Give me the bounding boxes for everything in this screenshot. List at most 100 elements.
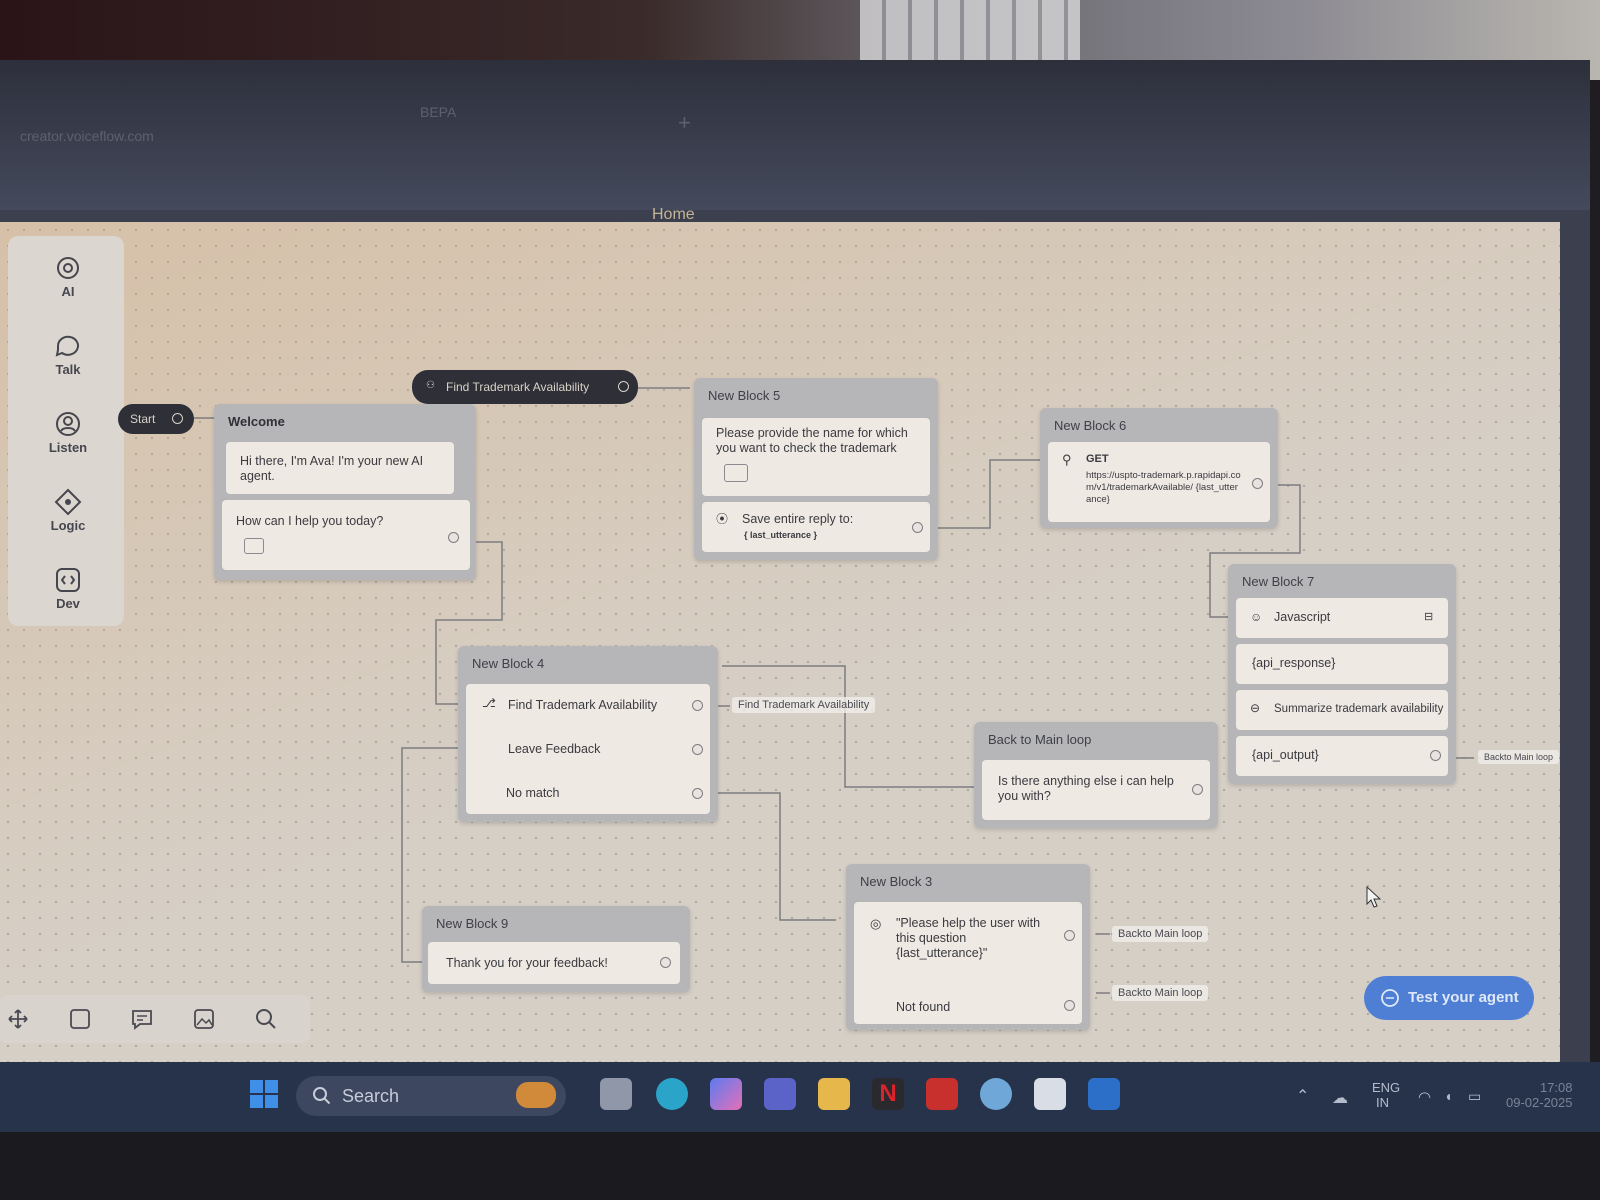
output-port[interactable] (1064, 1000, 1075, 1011)
url-text[interactable]: creator.voiceflow.com (20, 128, 154, 144)
browser-tab[interactable]: BEPA (420, 104, 456, 120)
app-icon[interactable] (1088, 1078, 1120, 1110)
canvas-toolbar (0, 995, 310, 1043)
edge-icon[interactable] (656, 1078, 688, 1110)
sidebar-item-logic[interactable]: Logic (28, 488, 108, 533)
diamond-logic-icon (54, 488, 82, 516)
block-9[interactable]: New Block 9 Thank you for your feedback! (422, 906, 690, 992)
cloud-icon[interactable]: ☁ (1332, 1088, 1348, 1108)
goto-tag[interactable]: Backto Main loop (1478, 750, 1560, 764)
battery-icon[interactable]: ▭ (1468, 1088, 1481, 1105)
sidebar-item-label: Listen (48, 440, 88, 455)
choice-item[interactable]: No match (506, 786, 560, 801)
capture-card[interactable]: ⦿ Save entire reply to: { last_utterance… (702, 502, 930, 552)
browser-header: creator.voiceflow.com BEPA + (0, 60, 1590, 210)
windows-start-icon[interactable] (248, 1078, 280, 1110)
note-icon[interactable] (68, 1007, 92, 1031)
mcafee-icon[interactable] (926, 1078, 958, 1110)
app-icon[interactable] (980, 1078, 1012, 1110)
output-port[interactable] (1252, 478, 1263, 489)
trigger-icon: ⚇ (426, 380, 435, 391)
main-loop-block[interactable]: Back to Main loop Is there anything else… (974, 722, 1218, 828)
sidebar-item-ai[interactable]: AI (28, 254, 108, 299)
chevron-up-icon[interactable]: ⌃ (1296, 1086, 1309, 1106)
copilot-icon[interactable] (710, 1078, 742, 1110)
file-explorer-icon[interactable] (818, 1078, 850, 1110)
output-port[interactable] (1064, 930, 1075, 941)
choice-item[interactable]: Leave Feedback (508, 742, 600, 757)
output-port[interactable] (1192, 784, 1203, 795)
taskbar-search[interactable]: Search (296, 1076, 566, 1116)
task-view-icon[interactable] (600, 1078, 632, 1110)
message-card[interactable]: Thank you for your feedback! (428, 942, 680, 984)
block-5[interactable]: New Block 5 Please provide the name for … (694, 378, 938, 560)
block-title: New Block 7 (1242, 574, 1315, 589)
edit-icon[interactable]: ⊟ (1424, 610, 1433, 625)
clock-time: 17:08 (1539, 1080, 1573, 1095)
test-agent-button[interactable]: Test your agent (1364, 976, 1534, 1020)
output-port[interactable] (1430, 750, 1441, 761)
store-icon[interactable] (1034, 1078, 1066, 1110)
capture-variable: { last_utterance } (744, 530, 818, 540)
sidebar-item-listen[interactable]: Listen (28, 410, 108, 455)
wifi-icon[interactable]: ◠ (1418, 1088, 1431, 1106)
start-port[interactable] (172, 413, 183, 424)
laptop-keyboard (860, 0, 1080, 60)
variable-card[interactable]: {api_output} (1236, 736, 1448, 776)
message-card[interactable]: How can I help you today? (222, 500, 470, 570)
message-card[interactable]: Is there anything else i can help you wi… (982, 760, 1210, 820)
ai-response-card[interactable]: ◎ "Please help the user with this questi… (854, 902, 1082, 1024)
clock[interactable]: 17:08 09-02-2025 (1506, 1080, 1573, 1110)
sidebar-item-label: AI (61, 284, 75, 299)
sidebar-item-label: Logic (50, 518, 86, 533)
teams-icon[interactable] (764, 1078, 796, 1110)
block-7[interactable]: New Block 7 ☺ Javascript ⊟ {api_response… (1228, 564, 1456, 784)
code-icon: ☺ (1250, 610, 1263, 624)
api-card[interactable]: ⚲ GET https://uspto-trademark.p.rapidapi… (1048, 442, 1270, 522)
trigger-port[interactable] (618, 381, 629, 392)
search-icon[interactable] (254, 1007, 278, 1031)
ai-icon: ◎ (870, 916, 882, 931)
output-port[interactable] (692, 788, 703, 799)
question-card[interactable]: Please provide the name for which you wa… (702, 418, 930, 496)
choice-card[interactable]: ⎇ Find Trademark Availability Leave Feed… (466, 684, 710, 814)
volume-icon[interactable]: ◖ (1444, 1088, 1452, 1104)
variable-card[interactable]: {api_response} (1236, 644, 1448, 684)
comment-icon[interactable] (130, 1007, 154, 1031)
image-icon[interactable] (192, 1007, 216, 1031)
output-port[interactable] (692, 700, 703, 711)
message-text: Hi there, I'm Ava! I'm your new AI agent… (240, 454, 424, 483)
message-card[interactable]: Hi there, I'm Ava! I'm your new AI agent… (226, 442, 454, 494)
capture-icon: ⦿ (716, 512, 729, 526)
language-indicator[interactable]: ENG IN (1372, 1080, 1400, 1110)
goto-tag[interactable]: Backto Main loop (1112, 985, 1209, 1001)
block-3[interactable]: New Block 3 ◎ "Please help the user with… (846, 864, 1090, 1030)
trigger-node[interactable]: ⚇ Find Trademark Availability (412, 370, 638, 404)
output-port[interactable] (448, 532, 459, 543)
netflix-icon[interactable]: N (872, 1078, 904, 1110)
chat-bubble-icon (55, 335, 79, 357)
welcome-block[interactable]: Welcome Hi there, I'm Ava! I'm your new … (214, 404, 476, 580)
sidebar-item-talk[interactable]: Talk (28, 332, 108, 377)
ai-prompt: "Please help the user with this question… (896, 916, 1041, 960)
block-title: New Block 9 (436, 916, 509, 931)
output-port[interactable] (660, 957, 671, 968)
capture-label: Save entire reply to: (742, 512, 854, 526)
output-port[interactable] (912, 522, 923, 533)
output-port[interactable] (692, 744, 703, 755)
goto-tag[interactable]: Backto Main loop (1112, 926, 1209, 942)
move-icon[interactable] (6, 1007, 30, 1031)
person-circle-icon (56, 412, 80, 436)
start-node[interactable]: Start (118, 404, 194, 434)
choice-icon: ⎇ (482, 696, 496, 710)
goto-tag[interactable]: Find Trademark Availability (732, 697, 876, 713)
block-4[interactable]: New Block 4 ⎇ Find Trademark Availabilit… (458, 646, 718, 822)
variable-text: {api_response} (1252, 656, 1336, 670)
plus-icon[interactable]: + (678, 110, 691, 136)
set-card[interactable]: ⊖ Summarize trademark availability (1236, 690, 1448, 730)
block-6[interactable]: New Block 6 ⚲ GET https://uspto-trademar… (1040, 408, 1278, 528)
choice-item[interactable]: Find Trademark Availability (508, 698, 657, 713)
sidebar-item-dev[interactable]: Dev (28, 566, 108, 611)
search-label: Search (342, 1086, 400, 1106)
code-card[interactable]: ☺ Javascript ⊟ (1236, 598, 1448, 638)
